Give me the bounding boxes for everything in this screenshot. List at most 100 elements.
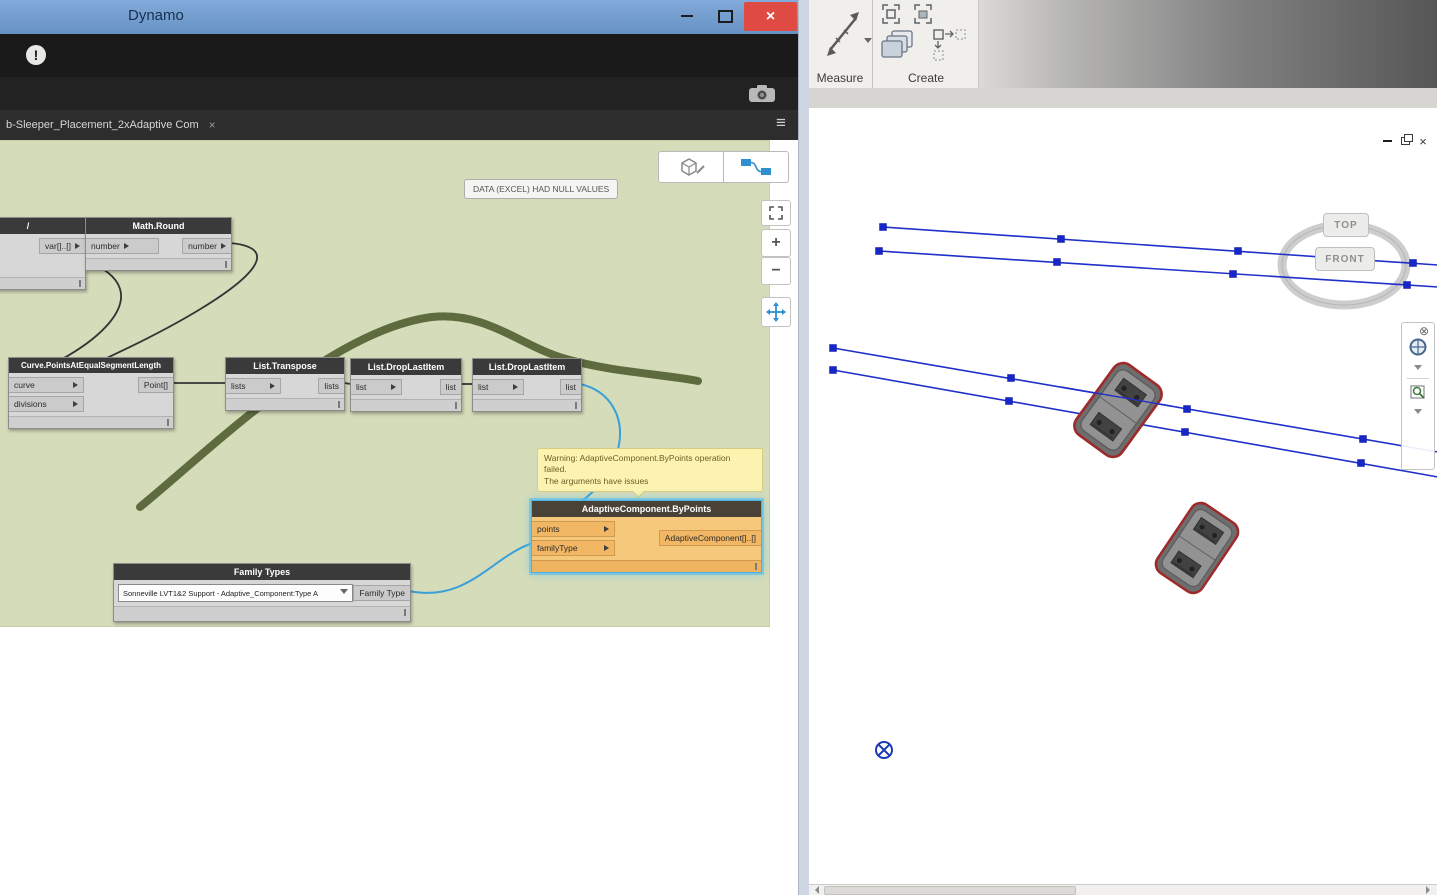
pan-tool-button[interactable] (761, 297, 791, 327)
minimize-icon (681, 15, 693, 17)
viewcube-front-face[interactable]: FRONT (1315, 247, 1375, 271)
zoom-in-button[interactable]: + (761, 229, 791, 257)
node-family-types[interactable]: Family Types Sonneville LVT1&2 Support -… (113, 563, 411, 622)
node-curve-points[interactable]: Curve.PointsAtEqualSegmentLength curve d… (8, 357, 174, 429)
null-values-tooltip: DATA (EXCEL) HAD NULL VALUES (464, 179, 619, 199)
node-math-round[interactable]: Math.Round number number (85, 217, 232, 271)
dynamo-toolbar (0, 77, 798, 110)
array-copy-icon (933, 29, 966, 61)
node-divide[interactable]: / var[]..[] (0, 217, 86, 290)
zoom-dropdown-icon[interactable] (1414, 409, 1422, 418)
viewcube-top-face[interactable]: TOP (1323, 213, 1369, 237)
create-panel-label[interactable]: Create (874, 68, 978, 88)
close-button[interactable]: × (744, 2, 797, 31)
output-port[interactable]: Point[] (137, 377, 173, 393)
zoom-out-button[interactable]: − (761, 257, 791, 285)
bracket-box-icon (914, 4, 932, 24)
tab-close-icon[interactable]: × (209, 118, 216, 132)
input-port[interactable]: list (351, 379, 402, 395)
input-port[interactable]: divisions (9, 396, 84, 412)
node-footer (473, 399, 581, 411)
input-port[interactable]: curve (9, 377, 84, 393)
revit-ribbon: Measure Create (808, 0, 1437, 88)
export-snapshot-button[interactable] (748, 84, 776, 108)
wire-selected[interactable] (408, 542, 534, 594)
navbar-dropdown-icon[interactable] (1414, 365, 1422, 374)
node-footer (114, 606, 410, 621)
node-title[interactable]: Math.Round (86, 218, 231, 234)
port-label: lists (231, 381, 246, 391)
node-title[interactable]: List.DropLastItem (473, 359, 581, 375)
node-footer (351, 399, 461, 411)
graph-view-button[interactable] (724, 151, 789, 183)
node-drop-last-item-2[interactable]: List.DropLastItem list list (472, 358, 582, 412)
output-port[interactable]: Family Type (353, 585, 410, 601)
output-port[interactable]: list (559, 379, 581, 395)
warning-alert-icon[interactable]: ! (26, 45, 46, 65)
create-tool-a-button[interactable] (880, 2, 902, 26)
create-tool-b-button[interactable] (912, 2, 934, 26)
node-title[interactable]: List.DropLastItem (351, 359, 461, 375)
node-footer (532, 560, 761, 572)
bracket-box-icon (882, 4, 900, 24)
output-port[interactable]: list (439, 379, 461, 395)
scrollbar-thumb[interactable] (824, 886, 1076, 895)
measure-icon (827, 12, 859, 56)
measure-dropdown-icon[interactable] (864, 38, 872, 47)
input-port[interactable]: familyType (532, 540, 615, 556)
input-port[interactable]: points (532, 521, 615, 537)
port-arrow-icon (391, 384, 396, 390)
port-arrow-icon (604, 526, 609, 532)
scroll-left-icon[interactable] (811, 886, 819, 894)
family-type-dropdown[interactable]: Sonneville LVT1&2 Support - Adaptive_Com… (118, 584, 354, 602)
input-port[interactable]: number (86, 238, 159, 254)
window-divider[interactable] (798, 0, 809, 895)
navbar-close-icon[interactable]: ⊗ (1419, 324, 1429, 338)
port-label: divisions (14, 399, 47, 409)
hamburger-menu-icon[interactable]: ≡ (776, 113, 786, 133)
zoom-region-icon[interactable] (1409, 383, 1427, 401)
geometry-view-icon (681, 158, 705, 176)
port-arrow-icon (73, 401, 78, 407)
node-title[interactable]: Curve.PointsAtEqualSegmentLength (9, 358, 173, 373)
port-label: points (537, 524, 560, 534)
scroll-right-icon[interactable] (1426, 886, 1434, 894)
revit-window: Measure Create × TOP FRONT ⊗ (808, 0, 1437, 895)
node-title[interactable]: Family Types (114, 564, 410, 580)
port-label: Family Type (359, 588, 405, 598)
create-array-button[interactable] (930, 26, 970, 64)
input-port[interactable]: list (473, 379, 524, 395)
revit-options-bar (808, 88, 1437, 109)
warning-line: The arguments have issues (544, 475, 649, 486)
workspace-tab[interactable]: b-Sleeper_Placement_2xAdaptive Com × (0, 110, 222, 140)
maximize-button[interactable] (706, 0, 744, 32)
measure-panel-label[interactable]: Measure (808, 68, 872, 88)
output-port[interactable]: lists (318, 378, 344, 394)
port-label: var[]..[] (45, 241, 71, 251)
output-port[interactable]: AdaptiveComponent[]..[] (658, 530, 761, 546)
steering-wheel-icon[interactable] (1408, 337, 1428, 357)
node-title[interactable]: / (0, 218, 85, 234)
input-port[interactable]: lists (226, 378, 281, 394)
output-port[interactable]: var[]..[] (39, 238, 85, 254)
dynamo-titlebar[interactable]: Dynamo × (0, 0, 798, 35)
measure-tool-button[interactable] (820, 4, 868, 64)
node-title[interactable]: List.Transpose (226, 358, 344, 374)
node-drop-last-item-1[interactable]: List.DropLastItem list list (350, 358, 462, 412)
port-arrow-icon (513, 384, 518, 390)
create-duplicate-button[interactable] (880, 28, 916, 64)
geometry-view-button[interactable] (658, 151, 724, 183)
dynamo-canvas[interactable]: / var[]..[] Math.Round number number Cur… (0, 140, 798, 895)
zoom-fit-button[interactable] (761, 200, 791, 226)
revit-3d-view[interactable]: × TOP FRONT ⊗ (808, 108, 1437, 884)
node-list-transpose[interactable]: List.Transpose lists lists (225, 357, 345, 411)
output-port[interactable]: number (182, 238, 231, 254)
node-title[interactable]: AdaptiveComponent.ByPoints (532, 501, 761, 517)
node-adaptive-component-by-points[interactable]: AdaptiveComponent.ByPoints points family… (531, 500, 762, 573)
port-label: familyType (537, 543, 578, 553)
port-label: AdaptiveComponent[]..[] (664, 533, 756, 543)
minimize-button[interactable] (668, 0, 706, 32)
port-label: number (188, 241, 217, 251)
port-label: list (445, 382, 456, 392)
dynamo-window: Dynamo × ! b-Sleeper_Placement_2xAdaptiv… (0, 0, 798, 895)
